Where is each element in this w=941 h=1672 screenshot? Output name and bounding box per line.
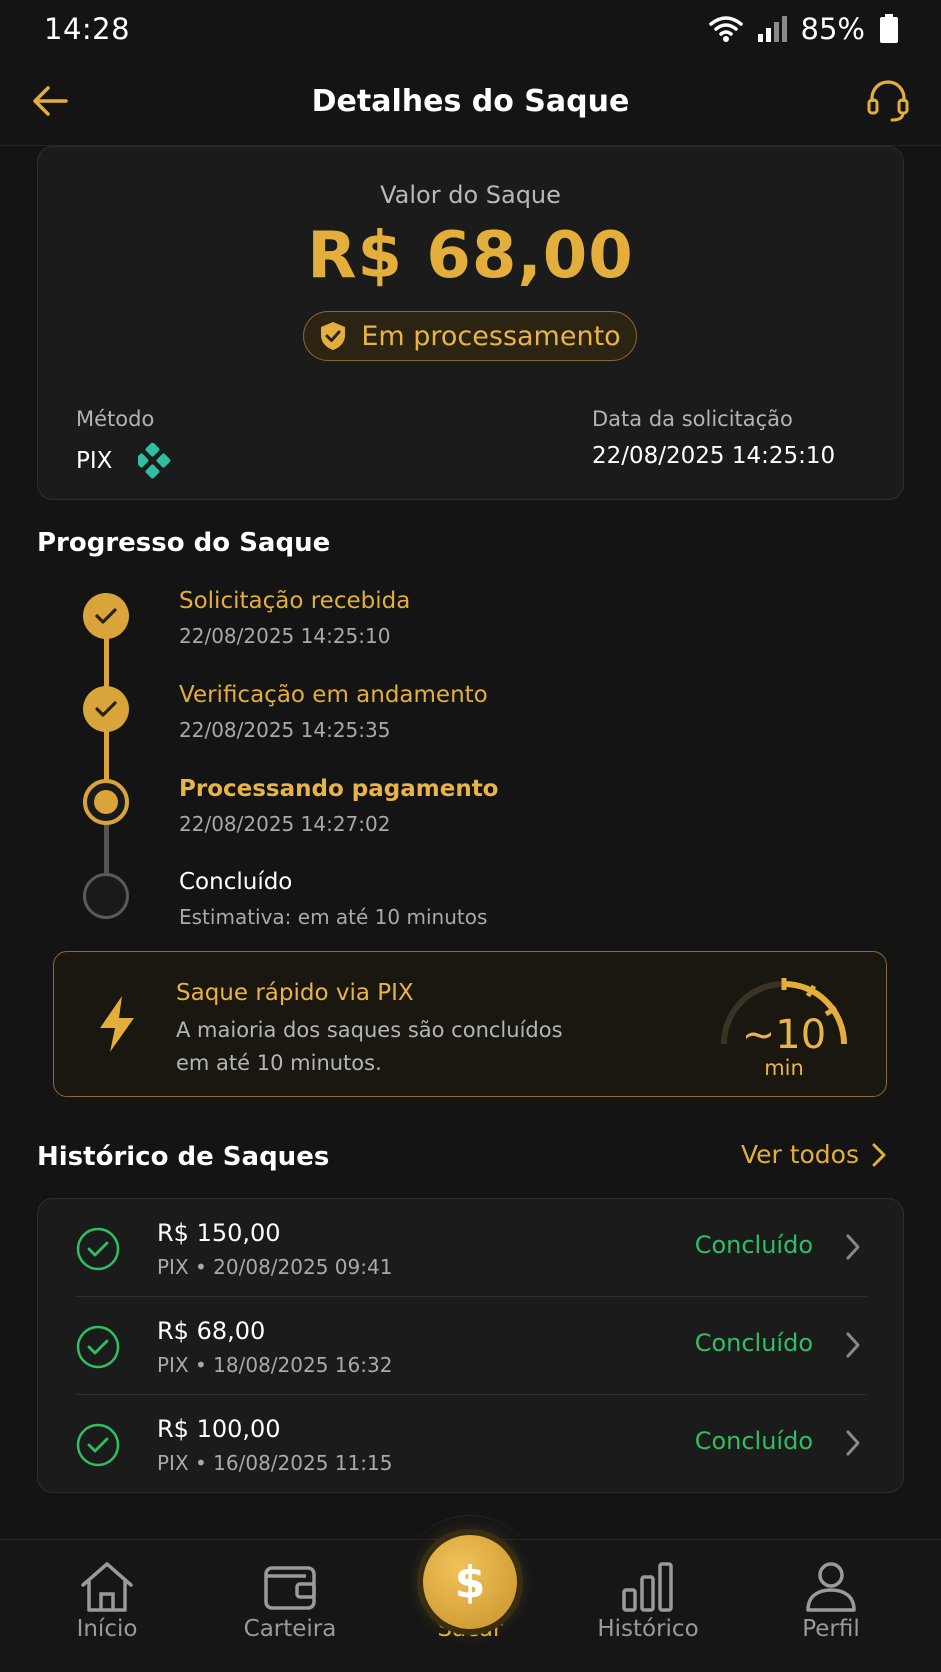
status-badge: Em processamento <box>303 311 637 361</box>
pix-info-title: Saque rápido via PIX <box>176 980 414 1006</box>
check-circle-icon <box>76 1423 120 1467</box>
sacar-button[interactable]: $ <box>423 1535 517 1629</box>
home-icon <box>81 1562 133 1612</box>
history-status: Concluído <box>694 1231 813 1259</box>
check-icon <box>83 686 129 732</box>
withdrawal-amount: R$ 68,00 <box>307 219 634 293</box>
history-status: Concluído <box>694 1427 813 1455</box>
step-title: Verificação em andamento <box>179 682 488 708</box>
history-list: R$ 150,00 PIX • 20/08/2025 09:41 Concluí… <box>37 1198 904 1493</box>
history-meta: PIX • 18/08/2025 16:32 <box>157 1353 393 1377</box>
chevron-right-icon <box>846 1430 860 1456</box>
history-amount: R$ 150,00 <box>157 1219 281 1247</box>
history-amount: R$ 68,00 <box>157 1317 266 1345</box>
pix-logo-icon <box>138 443 171 479</box>
signal-icon <box>757 16 787 42</box>
request-date-value: 22/08/2025 14:25:10 <box>592 443 836 469</box>
withdrawal-summary-card: Valor do Saque R$ 68,00 Em processamento… <box>37 146 904 500</box>
history-status: Concluído <box>694 1329 813 1357</box>
pending-circle-icon <box>83 873 129 919</box>
gauge-unit: min <box>764 1056 804 1080</box>
status-time: 14:28 <box>44 12 131 46</box>
history-header: Histórico de Saques Ver todos <box>37 1138 887 1178</box>
page-title: Detalhes do Saque <box>311 84 630 119</box>
see-all-label: Ver todos <box>740 1140 859 1169</box>
step-title: Solicitação recebida <box>179 588 411 614</box>
step-subtitle: 22/08/2025 14:27:02 <box>179 812 391 836</box>
amount-label: Valor do Saque <box>380 181 561 209</box>
lightning-icon <box>100 996 134 1052</box>
step-title: Concluído <box>179 869 293 895</box>
chevron-right-icon <box>846 1332 860 1358</box>
pix-info-card: Saque rápido via PIX A maioria dos saque… <box>53 951 887 1097</box>
history-meta: PIX • 20/08/2025 09:41 <box>157 1255 393 1279</box>
history-item[interactable]: R$ 150,00 PIX • 20/08/2025 09:41 Concluí… <box>38 1199 905 1297</box>
status-text: Em processamento <box>361 320 621 352</box>
step-subtitle: 22/08/2025 14:25:10 <box>179 624 391 648</box>
method-label: Método <box>76 407 155 431</box>
nav-item-carteira[interactable]: Carteira <box>215 1540 365 1672</box>
check-circle-icon <box>76 1227 120 1271</box>
step-subtitle: 22/08/2025 14:25:35 <box>179 718 391 742</box>
method-name: PIX <box>76 448 113 474</box>
wallet-icon <box>264 1566 316 1610</box>
nav-label: Histórico <box>597 1616 699 1642</box>
timeline-step-received: Solicitação recebida 22/08/2025 14:25:10 <box>0 588 941 658</box>
timeline-step-processing: Processando pagamento 22/08/2025 14:27:0… <box>0 776 941 846</box>
battery-percent: 85% <box>800 12 865 46</box>
current-step-dot <box>94 790 118 814</box>
step-title: Processando pagamento <box>179 776 499 802</box>
history-item[interactable]: R$ 68,00 PIX • 18/08/2025 16:32 Concluíd… <box>38 1297 905 1395</box>
history-item[interactable]: R$ 100,00 PIX • 16/08/2025 11:15 Concluí… <box>38 1395 905 1493</box>
nav-label: Início <box>76 1616 138 1642</box>
history-section-title: Histórico de Saques <box>37 1142 330 1172</box>
shield-check-icon <box>321 322 346 350</box>
status-bar: 14:28 85% <box>0 0 941 58</box>
progress-timeline: Solicitação recebida 22/08/2025 14:25:10… <box>0 580 941 940</box>
dollar-icon: $ <box>454 1556 486 1608</box>
timeline-step-completed: Concluído Estimativa: em até 10 minutos <box>0 869 941 939</box>
step-subtitle: Estimativa: em até 10 minutos <box>179 905 488 929</box>
request-date-label: Data da solicitação <box>592 407 793 431</box>
nav-item-historico[interactable]: Histórico <box>573 1540 723 1672</box>
gauge-value: ~10 <box>741 1012 827 1058</box>
time-gauge: ~10 min <box>714 972 854 1084</box>
history-meta: PIX • 16/08/2025 11:15 <box>157 1451 393 1475</box>
chevron-right-icon <box>846 1234 860 1260</box>
back-arrow-icon[interactable] <box>28 78 74 124</box>
history-amount: R$ 100,00 <box>157 1415 281 1443</box>
app-header: Detalhes do Saque <box>0 58 941 146</box>
nav-item-perfil[interactable]: Perfil <box>756 1540 906 1672</box>
nav-item-inicio[interactable]: Início <box>32 1540 182 1672</box>
current-step-icon <box>83 779 129 825</box>
bar-chart-icon <box>622 1562 673 1612</box>
pix-info-description: A maioria dos saques são concluídos em a… <box>176 1018 563 1075</box>
battery-icon <box>880 14 898 43</box>
method-value: PIX <box>76 443 174 479</box>
user-icon <box>806 1562 856 1612</box>
timeline-step-verification: Verificação em andamento 22/08/2025 14:2… <box>0 682 941 752</box>
nav-label: Carteira <box>243 1616 337 1642</box>
chevron-right-icon <box>872 1143 886 1166</box>
status-icons: 85% <box>708 12 899 46</box>
headset-icon[interactable] <box>865 76 911 124</box>
nav-label: Perfil <box>802 1616 860 1642</box>
wifi-icon <box>708 16 743 42</box>
see-all-link[interactable]: Ver todos <box>741 1140 887 1169</box>
check-icon <box>83 593 129 639</box>
progress-section-title: Progresso do Saque <box>37 528 331 558</box>
check-circle-icon <box>76 1325 120 1369</box>
